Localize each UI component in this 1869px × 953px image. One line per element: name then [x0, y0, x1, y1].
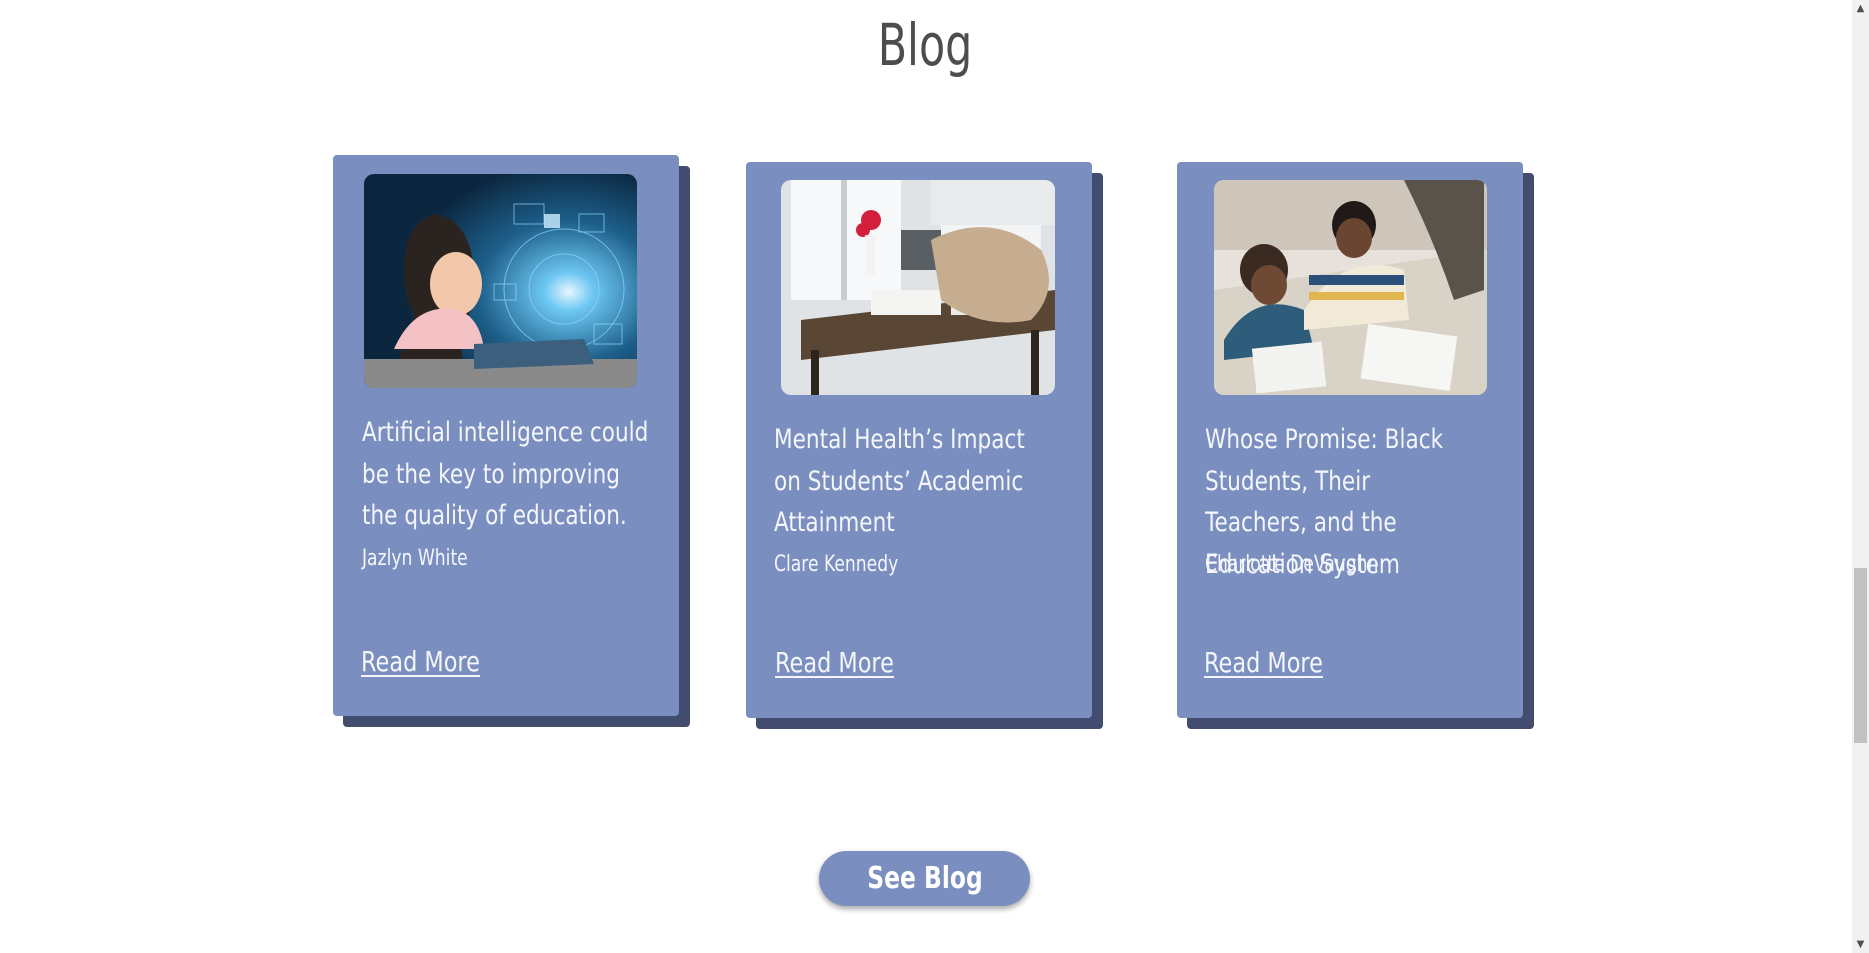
student-resting-on-desk-image[interactable]: [781, 180, 1055, 395]
read-more-link[interactable]: Read More: [775, 646, 894, 680]
scroll-down-arrow-icon[interactable]: ▼: [1852, 936, 1869, 953]
page-scrollbar[interactable]: ▲ ▼: [1852, 0, 1869, 953]
post-author: Jazlyn White: [362, 546, 468, 571]
post-title: Mental Health’s Impact on Students’ Acad…: [774, 424, 1025, 538]
blog-section: Blog Artificial intelligence could be th…: [0, 0, 1869, 953]
read-more-link[interactable]: Read More: [1204, 646, 1323, 680]
read-more-link[interactable]: Read More: [361, 645, 480, 679]
see-blog-label: See Blog: [866, 861, 983, 896]
child-with-ai-laptop-image[interactable]: [364, 174, 637, 388]
see-blog-button[interactable]: See Blog: [819, 851, 1030, 906]
students-writing-with-teacher-image[interactable]: [1214, 180, 1487, 395]
post-author: Clare Kennedy: [774, 552, 899, 577]
scroll-up-arrow-icon[interactable]: ▲: [1852, 0, 1869, 17]
post-title: Artificial intelligence could be the key…: [362, 417, 649, 531]
section-title: Blog: [877, 11, 973, 79]
post-author: Charlotte DeVaughn: [1205, 552, 1379, 577]
scroll-thumb[interactable]: [1854, 568, 1867, 743]
